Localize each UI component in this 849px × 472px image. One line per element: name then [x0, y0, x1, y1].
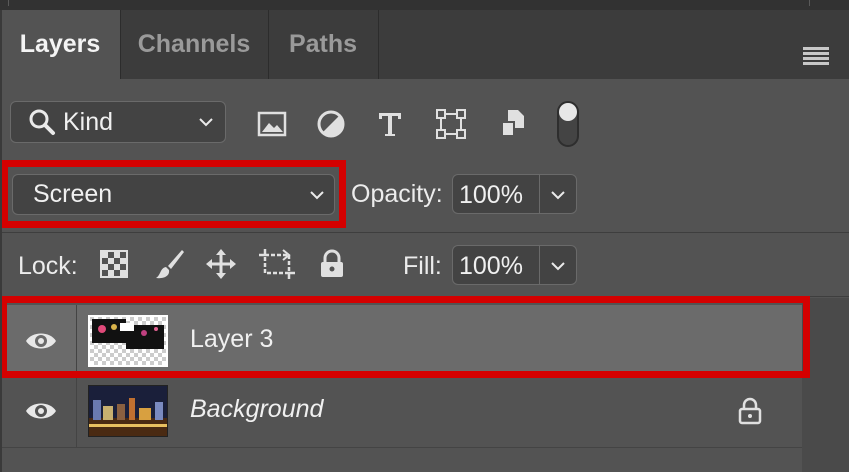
top-strip: [0, 0, 849, 10]
adjustment-filter-icon[interactable]: [314, 106, 348, 142]
type-filter-icon[interactable]: [373, 106, 407, 142]
smart-object-filter-icon[interactable]: [496, 106, 530, 142]
filter-kind-label: Kind: [63, 107, 114, 136]
image-filter-icon[interactable]: [255, 106, 289, 142]
chevron-down-icon[interactable]: [549, 255, 567, 277]
shape-filter-icon[interactable]: [434, 106, 468, 142]
filter-toggle[interactable]: [557, 101, 579, 147]
selected-layer-highlight: [0, 296, 810, 378]
chevron-down-icon[interactable]: [549, 184, 567, 206]
search-icon: [29, 109, 55, 135]
tab-paths[interactable]: Paths: [268, 10, 379, 79]
panel-menu-icon[interactable]: [803, 47, 829, 65]
lock-image-pixels-icon[interactable]: [152, 246, 188, 282]
lock-label: Lock:: [18, 252, 78, 280]
fill-field[interactable]: 100%: [452, 245, 577, 285]
blend-mode-highlight: [1, 160, 346, 228]
layer-thumbnail: [88, 385, 168, 437]
tab-channels[interactable]: Channels: [120, 10, 269, 79]
opacity-field[interactable]: 100%: [452, 174, 577, 214]
opacity-value[interactable]: 100%: [459, 181, 523, 210]
panel-left-border: [0, 10, 2, 472]
lock-all-icon[interactable]: [314, 246, 350, 282]
chevron-down-icon: [199, 118, 213, 127]
fill-value[interactable]: 100%: [459, 252, 523, 281]
lock-position-icon[interactable]: [203, 246, 239, 282]
tab-layers[interactable]: Layers: [0, 10, 121, 79]
fill-label: Fill:: [403, 252, 442, 280]
layer-row-background[interactable]: Background: [2, 374, 802, 448]
layer-name[interactable]: Background: [190, 395, 323, 424]
opacity-label: Opacity:: [351, 180, 443, 208]
tab-bar: Layers Channels Paths: [0, 10, 849, 79]
eye-visibility-icon[interactable]: [24, 399, 58, 423]
lock-transparent-pixels-icon[interactable]: [96, 246, 132, 282]
layer-lock-icon[interactable]: [737, 397, 763, 425]
filter-kind-select[interactable]: Kind: [10, 101, 226, 143]
divider: [2, 232, 849, 233]
lock-artboard-icon[interactable]: [259, 246, 295, 282]
